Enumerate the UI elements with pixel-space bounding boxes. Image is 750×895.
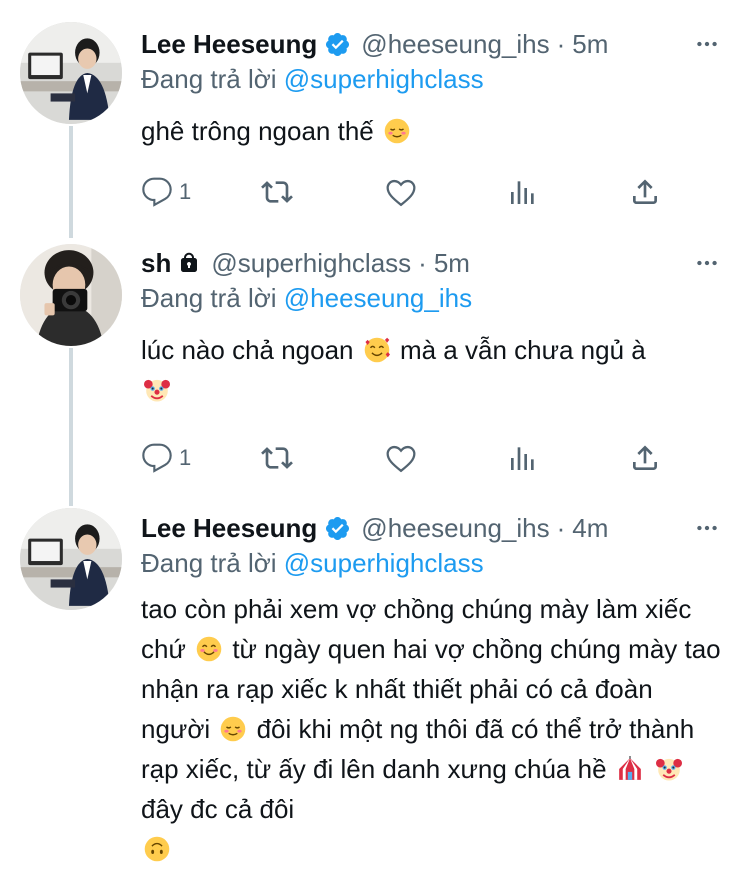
timestamp[interactable]: 5m bbox=[434, 248, 470, 279]
retweet-icon bbox=[261, 447, 293, 469]
verified-badge-icon bbox=[326, 516, 350, 540]
retweet-icon bbox=[261, 181, 293, 203]
share-icon bbox=[633, 445, 657, 470]
tweet-text: lúc nào chả ngoan mà a vẫn chưa ngủ à bbox=[141, 330, 722, 410]
heart-icon bbox=[386, 179, 416, 207]
tweet-header: sh @superhighclass · 5m bbox=[141, 246, 722, 280]
analytics-icon bbox=[511, 447, 534, 470]
upside-down-face-icon bbox=[144, 836, 170, 862]
reply-prefix: Đang trả lời bbox=[141, 64, 284, 94]
reply-button[interactable]: 1 bbox=[141, 172, 191, 212]
timestamp[interactable]: 4m bbox=[572, 513, 608, 544]
clown-face-icon bbox=[656, 758, 682, 781]
avatar[interactable] bbox=[20, 508, 122, 610]
heart-icon bbox=[386, 445, 416, 473]
tweet-text: ghê trông ngoan thế bbox=[141, 111, 722, 151]
replying-to: Đang trả lời @superhighclass bbox=[141, 545, 722, 581]
views-button[interactable] bbox=[507, 172, 539, 212]
relieved-face-icon bbox=[384, 118, 410, 144]
tweet-text-part: lúc nào chả ngoan bbox=[141, 335, 361, 365]
like-button[interactable] bbox=[385, 438, 417, 478]
handle[interactable]: @superhighclass bbox=[211, 248, 411, 279]
tweet-header: Lee Heeseung @heeseung_ihs · 5m bbox=[141, 27, 722, 61]
views-button[interactable] bbox=[507, 438, 539, 478]
tweet-text-part: ghê trông ngoan thế bbox=[141, 116, 381, 146]
retweet-button[interactable] bbox=[261, 438, 293, 478]
handle[interactable]: @heeseung_ihs bbox=[361, 29, 549, 60]
share-button[interactable] bbox=[629, 172, 661, 212]
share-icon bbox=[633, 179, 657, 204]
relieved-face-icon bbox=[221, 716, 246, 742]
tweet-1[interactable]: Lee Heeseung @heeseung_ihs · 5m Đang trả… bbox=[0, 0, 750, 240]
lee-heeseung-avatar-icon bbox=[20, 22, 122, 124]
analytics-icon bbox=[511, 181, 534, 204]
reply-prefix: Đang trả lời bbox=[141, 548, 284, 578]
tweet-actions: 1 bbox=[141, 438, 661, 478]
tweet-header: Lee Heeseung @heeseung_ihs · 4m bbox=[141, 511, 722, 545]
more-options-icon[interactable] bbox=[692, 513, 722, 543]
reply-button[interactable]: 1 bbox=[141, 438, 191, 478]
more-options-icon[interactable] bbox=[692, 29, 722, 59]
replying-to: Đang trả lời @superhighclass bbox=[141, 61, 722, 97]
reply-to-link[interactable]: @superhighclass bbox=[284, 64, 484, 94]
handle[interactable]: @heeseung_ihs bbox=[361, 513, 549, 544]
smiling-face-with-hearts-icon bbox=[364, 337, 390, 363]
avatar[interactable] bbox=[20, 22, 122, 124]
more-options-icon[interactable] bbox=[692, 248, 722, 278]
circus-tent-icon bbox=[618, 756, 641, 780]
tweet-actions: 1 bbox=[141, 172, 661, 212]
reply-to-link[interactable]: @heeseung_ihs bbox=[284, 283, 472, 313]
reply-count: 1 bbox=[179, 179, 192, 204]
replying-to: Đang trả lời @heeseung_ihs bbox=[141, 280, 722, 316]
display-name[interactable]: Lee Heeseung bbox=[141, 513, 317, 544]
tweet-text-part: mà a vẫn chưa ngủ à bbox=[392, 335, 646, 365]
verified-badge-icon bbox=[326, 32, 350, 56]
reply-prefix: Đang trả lời bbox=[141, 283, 284, 313]
tweet-text-part bbox=[646, 754, 653, 784]
smiling-face-with-smiling-eyes-icon bbox=[196, 636, 222, 662]
tweet-text: tao còn phải xem vợ chồng chúng mày làm … bbox=[141, 589, 722, 869]
reply-icon bbox=[142, 177, 172, 207]
lock-icon bbox=[181, 252, 198, 272]
tweet-2[interactable]: sh @superhighclass · 5m Đang trả lời @he… bbox=[0, 240, 750, 506]
display-name[interactable]: Lee Heeseung bbox=[141, 29, 317, 60]
reply-to-link[interactable]: @superhighclass bbox=[284, 548, 484, 578]
display-name[interactable]: sh bbox=[141, 248, 171, 279]
share-button[interactable] bbox=[629, 438, 661, 478]
tweet-text-part: đây đc cả đôi bbox=[141, 794, 295, 824]
retweet-button[interactable] bbox=[261, 172, 293, 212]
like-button[interactable] bbox=[385, 172, 417, 212]
tweet-3[interactable]: Lee Heeseung @heeseung_ihs · 4m Đang trả… bbox=[0, 506, 750, 895]
timestamp[interactable]: 5m bbox=[572, 29, 608, 60]
camera-selfie-avatar-icon bbox=[20, 244, 122, 346]
separator-dot: · bbox=[556, 28, 566, 59]
reply-icon bbox=[142, 443, 172, 473]
reply-count: 1 bbox=[179, 445, 192, 470]
separator-dot: · bbox=[418, 247, 427, 278]
lee-heeseung-avatar-icon bbox=[20, 508, 122, 610]
clown-face-icon bbox=[144, 379, 170, 402]
avatar[interactable] bbox=[20, 244, 122, 346]
separator-dot: · bbox=[556, 512, 566, 543]
